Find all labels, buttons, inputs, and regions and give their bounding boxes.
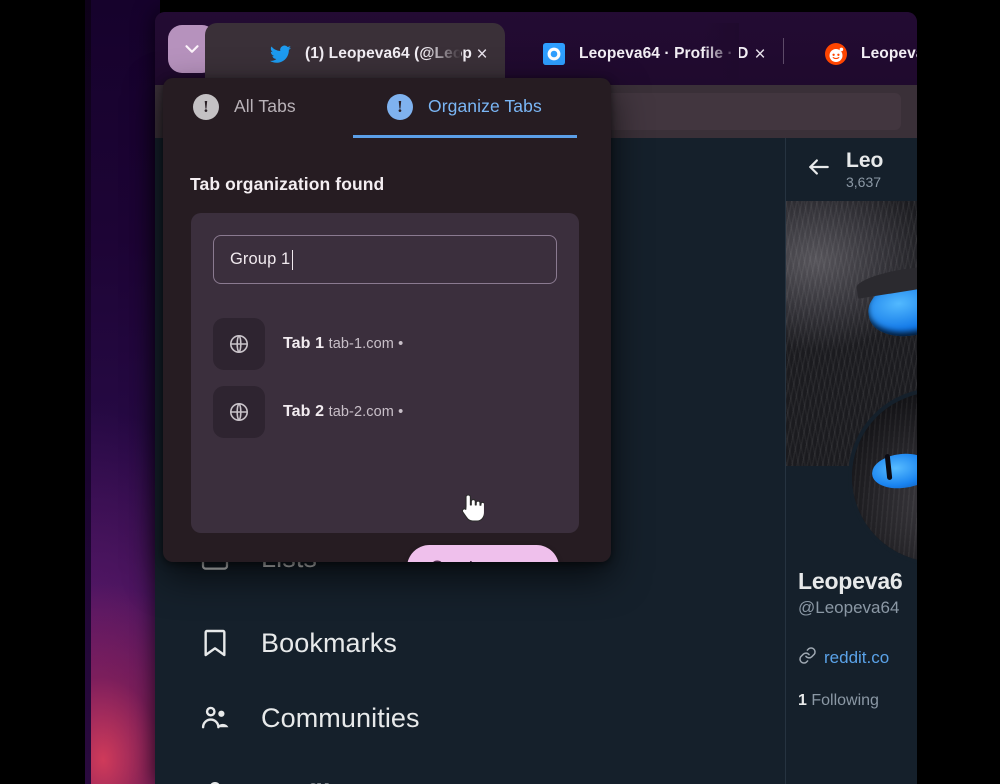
profile-header: Leo 3,637 [786, 138, 917, 201]
close-icon[interactable]: × [471, 43, 493, 65]
sidebar-item-label: Profile [261, 779, 346, 784]
screen-left-mask [0, 0, 85, 784]
group-tab-title: Tab 2 [283, 403, 325, 420]
sidebar-item-profile[interactable]: Profile [195, 774, 346, 784]
disqus-icon [541, 41, 567, 67]
text-caret [292, 249, 294, 270]
chevron-down-icon [181, 38, 203, 60]
sidebar-item-communities[interactable]: Communities [195, 698, 420, 738]
tab-organize-tabs[interactable]: ! Organize Tabs [387, 78, 542, 135]
screen: (1) Leopeva64 (@Leop × Leopeva64 · Profi… [0, 0, 1000, 784]
profile-following[interactable]: 1 Following [798, 692, 917, 710]
profile-info: Leopeva6 @Leopeva64 reddit.co 1 Followin… [798, 568, 917, 710]
group-tab-domain: tab-2.com [328, 404, 394, 420]
group-tab-url: tab-1.com • [329, 336, 404, 352]
group-tab-meta: Tab 1 tab-1.com • [283, 335, 403, 353]
avatar[interactable] [848, 388, 917, 566]
close-icon[interactable]: × [749, 43, 771, 65]
active-tab-indicator [353, 135, 577, 138]
group-tab-title: Tab 1 [283, 335, 325, 352]
profile-link[interactable]: reddit.co [798, 646, 917, 670]
group-name-input[interactable]: Group 1 [213, 235, 557, 284]
tab-separator [783, 38, 784, 64]
screen-right-mask [917, 0, 1000, 784]
following-count: 1 [798, 692, 807, 709]
sidebar-item-label: Communities [261, 702, 420, 733]
group-tab-row[interactable]: Tab 1 tab-1.com • [213, 318, 403, 370]
group-card: Group 1 Tab 1 tab-1.com • Tab 2 tab-2.co… [191, 213, 579, 562]
profile-header-tweet-count: 3,637 [846, 174, 882, 190]
create-group-button[interactable]: Create group [407, 545, 559, 562]
link-icon [798, 646, 817, 670]
group-tab-meta: Tab 2 tab-2.com • [283, 403, 403, 421]
browser-tab-reddit[interactable]: Leopeva64-2 (u/ [795, 23, 917, 85]
browser-tab-twitter[interactable]: (1) Leopeva64 (@Leop × [205, 23, 505, 85]
arrow-left-icon [806, 154, 832, 185]
tab-all-tabs[interactable]: ! All Tabs [193, 78, 296, 135]
profile-column: Leo 3,637 Leopeva6 @Leopeva64 reddit.co … [785, 138, 917, 784]
person-icon [195, 774, 235, 784]
browser-tab-title: Leopeva64 · Profile · D [579, 45, 749, 62]
browser-tab-title: (1) Leopeva64 (@Leop [305, 45, 472, 62]
globe-icon [213, 386, 265, 438]
twitter-bird-icon [267, 41, 293, 67]
popup-heading: Tab organization found [190, 174, 385, 194]
bookmark-icon [195, 623, 235, 663]
group-tab-separator: • [398, 336, 404, 352]
tab-strip: (1) Leopeva64 (@Leop × Leopeva64 · Profi… [155, 12, 917, 85]
group-tab-row[interactable]: Tab 2 tab-2.com • [213, 386, 403, 438]
tab-organizer-popup: ! All Tabs ! Organize Tabs Tab organizat… [163, 78, 611, 562]
profile-header-text: Leo 3,637 [846, 149, 883, 190]
group-tab-url: tab-2.com • [329, 404, 404, 420]
desktop-wallpaper [85, 0, 160, 784]
browser-tab-title: Leopeva64-2 (u/ [861, 45, 917, 62]
reddit-icon [823, 41, 849, 67]
sidebar-item-bookmarks[interactable]: Bookmarks [195, 623, 397, 663]
exclamation-circle-icon: ! [193, 93, 219, 120]
group-tab-domain: tab-1.com [328, 336, 394, 352]
sidebar-item-label: Bookmarks [261, 627, 397, 658]
exclamation-circle-icon: ! [387, 93, 413, 120]
back-button[interactable] [798, 149, 840, 191]
globe-icon [213, 318, 265, 370]
group-name-value: Group 1 [230, 250, 291, 268]
group-tab-separator: • [398, 404, 404, 420]
popup-tab-bar: ! All Tabs ! Organize Tabs [163, 78, 611, 138]
browser-tab-disqus[interactable]: Leopeva64 · Profile · D × [513, 23, 783, 85]
communities-icon [195, 698, 235, 738]
profile-header-name: Leo [846, 149, 884, 172]
profile-link-text: reddit.co [824, 648, 890, 667]
following-label: Following [811, 692, 879, 709]
tab-label: All Tabs [234, 96, 296, 116]
tab-label: Organize Tabs [428, 96, 542, 116]
profile-handle: @Leopeva64 [798, 598, 900, 617]
profile-display-name: Leopeva6 [798, 568, 903, 594]
